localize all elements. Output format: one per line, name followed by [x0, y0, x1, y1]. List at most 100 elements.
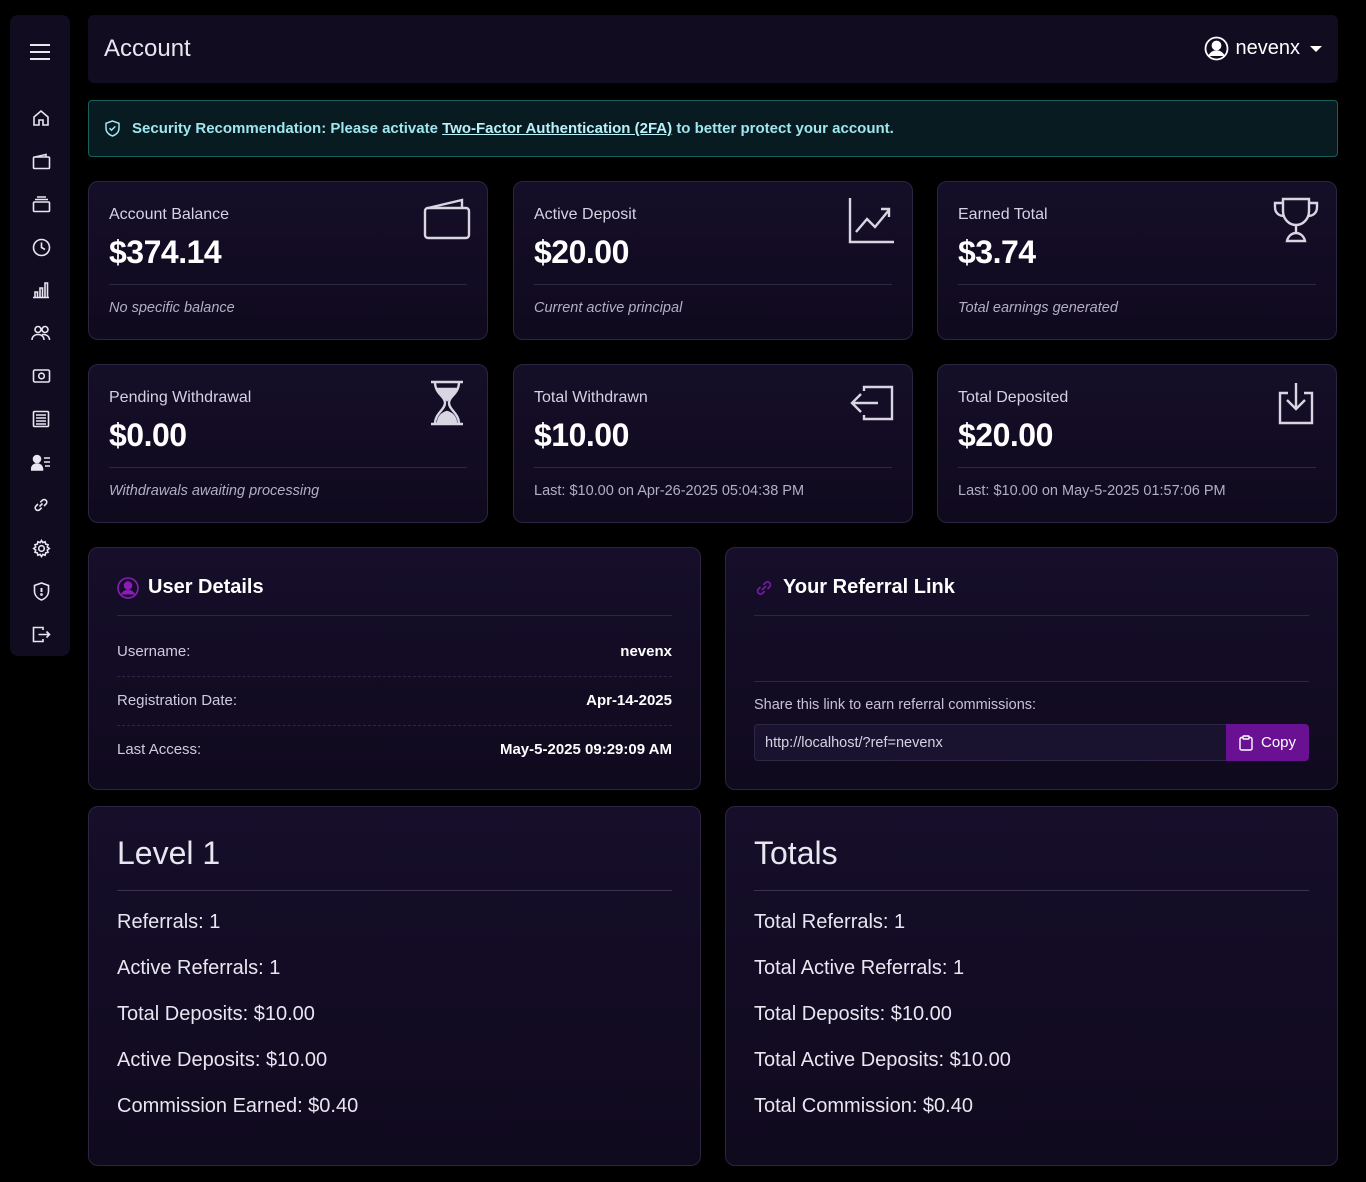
link-icon[interactable] — [30, 494, 52, 516]
list-item: Total Deposits: $10.00 — [117, 1003, 315, 1025]
shield-icon[interactable] — [30, 580, 52, 602]
referral-title: Your Referral Link — [783, 576, 955, 598]
panel-divider — [117, 890, 672, 891]
panel-divider — [754, 890, 1309, 891]
stat-note: No specific balance — [109, 300, 235, 316]
detail-row-username: Username: nevenx — [117, 627, 672, 676]
cash-icon[interactable] — [30, 365, 52, 387]
detail-row-last-access: Last Access: May-5-2025 09:29:09 AM — [117, 725, 672, 774]
users-icon[interactable] — [30, 322, 52, 344]
list-item: Active Deposits: $10.00 — [117, 1049, 328, 1071]
card-divider — [534, 284, 892, 285]
clock-icon[interactable] — [30, 236, 52, 258]
stat-label: Account Balance — [109, 206, 230, 223]
sidebar — [10, 15, 70, 656]
trophy-icon — [1272, 196, 1320, 244]
copy-button[interactable]: Copy — [1226, 724, 1309, 761]
detail-value: Apr-14-2025 — [586, 692, 672, 709]
stat-card-total-withdrawn: Total Withdrawn $10.00 Last: $10.00 on A… — [513, 364, 913, 523]
level-1-panel: Level 1 Referrals: 1 Active Referrals: 1… — [88, 806, 701, 1166]
alert-message: Security Recommendation: Please activate… — [132, 120, 894, 137]
stat-label: Active Deposit — [534, 206, 637, 223]
panel-divider — [117, 615, 672, 616]
logout-icon[interactable] — [30, 623, 52, 645]
referral-hint: Share this link to earn referral commiss… — [754, 697, 1037, 713]
stat-card-pending-withdrawal: Pending Withdrawal $0.00 Withdrawals awa… — [88, 364, 488, 523]
security-alert: Security Recommendation: Please activate… — [88, 100, 1338, 157]
link-icon — [754, 578, 774, 598]
detail-value: May-5-2025 09:29:09 AM — [499, 741, 672, 758]
card-divider — [109, 467, 467, 468]
stat-value: $20.00 — [958, 417, 1053, 453]
detail-key: Last Access: — [117, 741, 202, 758]
list-item: Active Referrals: 1 — [117, 957, 281, 979]
card-divider — [958, 284, 1316, 285]
stat-value: $20.00 — [534, 234, 629, 270]
stat-card-account-balance: Account Balance $374.14 No specific bala… — [88, 181, 488, 340]
stat-card-total-deposited: Total Deposited $20.00 Last: $10.00 on M… — [937, 364, 1337, 523]
stat-value: $10.00 — [534, 417, 629, 453]
copy-label: Copy — [1260, 734, 1297, 751]
card-divider — [534, 467, 892, 468]
username-label: nevenx — [1235, 37, 1301, 59]
list-item: Total Commission: $0.40 — [754, 1095, 973, 1117]
stat-note: Withdrawals awaiting processing — [109, 483, 320, 499]
stat-value: $3.74 — [958, 234, 1036, 270]
stat-value: $0.00 — [109, 417, 187, 453]
panel-divider — [754, 615, 1309, 616]
detail-key: Registration Date: — [117, 692, 238, 709]
stat-card-earned-total: Earned Total $3.74 Total earnings genera… — [937, 181, 1337, 340]
top-bar: Account nevenx — [88, 15, 1338, 83]
level-title: Level 1 — [117, 835, 221, 871]
person-circle-icon — [117, 576, 139, 599]
list-item: Referrals: 1 — [117, 911, 221, 933]
referral-link-panel: Your Referral Link Share this link to ea… — [725, 547, 1338, 790]
user-list-icon[interactable] — [30, 451, 52, 473]
stat-label: Earned Total — [958, 206, 1048, 223]
hourglass-icon — [423, 379, 471, 427]
user-details-title: User Details — [148, 576, 264, 598]
graph-up-icon — [848, 196, 896, 244]
referral-link-input[interactable] — [754, 724, 1227, 761]
stat-note: Last: $10.00 on Apr-26-2025 05:04:38 PM — [534, 483, 805, 499]
ledger-icon[interactable] — [30, 408, 52, 430]
detail-key: Username: — [117, 643, 191, 660]
home-icon[interactable] — [30, 107, 52, 129]
page-title: Account — [104, 35, 191, 62]
stat-label: Pending Withdrawal — [109, 389, 252, 406]
card-divider — [958, 467, 1316, 468]
list-item: Total Referrals: 1 — [754, 911, 906, 933]
list-item: Total Active Deposits: $10.00 — [754, 1049, 1011, 1071]
stat-value: $374.14 — [109, 234, 222, 270]
menu-icon[interactable] — [10, 39, 70, 65]
stat-note: Current active principal — [534, 300, 683, 316]
stack-icon[interactable] — [30, 193, 52, 215]
panel-heading: Your Referral Link — [754, 576, 955, 599]
wallet-icon — [423, 196, 471, 244]
box-arrow-down-icon — [1272, 379, 1320, 427]
detail-row-registration-date: Registration Date: Apr-14-2025 — [117, 676, 672, 725]
stat-label: Total Withdrawn — [534, 389, 648, 406]
wallet-icon[interactable] — [30, 150, 52, 172]
clipboard-icon — [1239, 734, 1253, 751]
list-item: Total Deposits: $10.00 — [754, 1003, 952, 1025]
user-details-panel: User Details Username: nevenx Registrati… — [88, 547, 701, 790]
totals-panel: Totals Total Referrals: 1 Total Active R… — [725, 806, 1338, 1166]
detail-value: nevenx — [620, 643, 672, 660]
alert-prefix: Security Recommendation: Please activate — [132, 120, 438, 137]
two-factor-link[interactable]: Two-Factor Authentication (2FA) — [442, 120, 672, 137]
user-menu[interactable]: nevenx — [1204, 36, 1322, 61]
card-divider — [109, 284, 467, 285]
user-circle-icon — [1204, 36, 1229, 61]
shield-check-icon — [105, 120, 120, 137]
list-item: Total Active Referrals: 1 — [754, 957, 965, 979]
alert-suffix: to better protect your account. — [676, 120, 894, 137]
totals-title: Totals — [754, 835, 838, 871]
gear-icon[interactable] — [30, 537, 52, 559]
chart-icon[interactable] — [30, 279, 52, 301]
panel-divider — [754, 681, 1309, 682]
stat-label: Total Deposited — [958, 389, 1069, 406]
list-item: Commission Earned: $0.40 — [117, 1095, 359, 1117]
stat-card-active-deposit: Active Deposit $20.00 Current active pri… — [513, 181, 913, 340]
stat-note: Last: $10.00 on May-5-2025 01:57:06 PM — [958, 483, 1226, 499]
